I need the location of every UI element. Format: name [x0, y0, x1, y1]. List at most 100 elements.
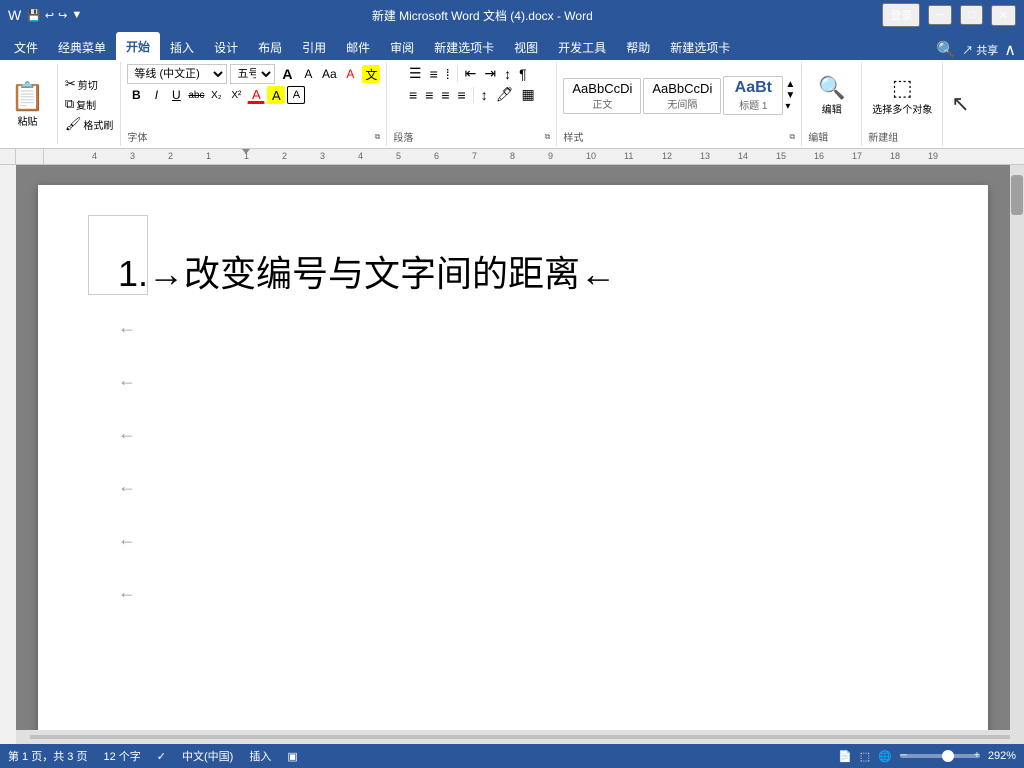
zoom-level[interactable]: 292% [988, 750, 1016, 762]
copy-button[interactable]: ⧉复制 [62, 95, 117, 113]
align-row: ≡ ≡ ≡ ≡ ↕ 🖊 ▦ [406, 85, 538, 104]
cursor-icon-area: ↖ [943, 62, 977, 146]
return-arrow-6: ← [118, 582, 136, 603]
find-replace-btn[interactable]: 🔍 编辑 [814, 73, 849, 118]
macro-icon[interactable]: ▣ [287, 750, 297, 763]
language[interactable]: 中文(中国) [182, 748, 233, 764]
restore-button[interactable]: □ [960, 5, 983, 25]
font-shrink-btn[interactable]: A [299, 65, 317, 83]
horizontal-scrollbar[interactable] [16, 730, 1024, 744]
strikethrough-btn[interactable]: abc [187, 86, 205, 104]
tab-classic[interactable]: 经典菜单 [48, 34, 116, 60]
document-heading[interactable]: 1.→改变编号与文字间的距离← [118, 245, 908, 297]
style-normal[interactable]: AaBbCcDi 正文 [563, 78, 641, 114]
ribbon-tabs: 文件 经典菜单 开始 插入 设计 布局 引用 邮件 审阅 新建选项卡 视图 开发… [0, 30, 1024, 60]
style-heading1[interactable]: AaBt 标题 1 [723, 76, 783, 115]
zoom-slider[interactable]: ─ + [900, 754, 980, 758]
paste-button[interactable]: 📋 粘贴 [4, 78, 51, 130]
return-arrow-4: ← [118, 476, 136, 497]
bold-btn[interactable]: B [127, 86, 145, 104]
redo-quick-btn[interactable]: ↪ [58, 9, 67, 22]
font-name-row: 等线 (中文正) 五号 A A Aa A 文 [127, 64, 380, 84]
change-case-btn[interactable]: Aa [320, 65, 338, 83]
clear-format-btn[interactable]: A [341, 65, 359, 83]
align-right-btn[interactable]: ≡ [438, 86, 452, 104]
border-btn[interactable]: ▦ [519, 85, 538, 104]
tab-references[interactable]: 引用 [292, 34, 336, 60]
line-spacing-btn[interactable]: ↕ [478, 86, 491, 104]
styles-down-btn[interactable]: ▼ [785, 90, 795, 101]
styles-expand-btn[interactable]: ⧉ [790, 132, 796, 142]
view-normal-btn[interactable]: 📄 [838, 750, 852, 763]
search-tell-me[interactable]: 🔍 [936, 40, 956, 60]
tab-view[interactable]: 视图 [504, 34, 548, 60]
style-no-spacing[interactable]: AaBbCcDi 无间隔 [643, 78, 721, 114]
view-web-btn[interactable]: 🌐 [878, 750, 892, 763]
tab-review[interactable]: 审阅 [380, 34, 424, 60]
customize-quick-btn[interactable]: ▼ [71, 9, 82, 22]
select-objects-btn[interactable]: ⬚ 选择多个对象 [868, 73, 936, 118]
tab-home[interactable]: 开始 [116, 32, 160, 60]
ribbon-group-clipboard: 📋 粘贴 ✂剪切 ⧉复制 🖌格式刷 [0, 62, 121, 146]
tab-insert[interactable]: 插入 [160, 34, 204, 60]
tab-new1[interactable]: 新建选项卡 [424, 34, 504, 60]
spell-check-icon[interactable]: ✓ [157, 750, 166, 763]
para-expand-btn[interactable]: ⧉ [545, 132, 551, 142]
font-expand-btn[interactable]: ⧉ [375, 132, 381, 142]
para-line-2: ← [118, 370, 908, 391]
sort-btn[interactable]: ↕ [501, 65, 514, 83]
ribbon-collapse-btn[interactable]: ∧ [1004, 40, 1016, 60]
page-info: 第 1 页，共 3 页 [8, 748, 87, 764]
insert-mode[interactable]: 插入 [249, 748, 271, 764]
numbering-btn[interactable]: ≡ [427, 65, 441, 83]
superscript-btn[interactable]: X² [227, 86, 245, 104]
font-color-btn[interactable]: A [247, 86, 265, 104]
para-line-4: ← [118, 476, 908, 497]
undo-quick-btn[interactable]: ↩ [45, 9, 54, 22]
font-size-select[interactable]: 五号 [230, 64, 275, 84]
char-border-btn[interactable]: A [287, 86, 305, 104]
share-btn[interactable]: ↗ 共享 [962, 42, 998, 58]
tab-layout[interactable]: 布局 [248, 34, 292, 60]
increase-indent-btn[interactable]: ⇥ [481, 64, 499, 83]
minimize-button[interactable]: ─ [928, 5, 952, 25]
tab-developer[interactable]: 开发工具 [548, 34, 616, 60]
highlight-btn[interactable]: A [267, 86, 285, 104]
tab-help[interactable]: 帮助 [616, 34, 660, 60]
document-area[interactable]: 1.→改变编号与文字间的距离← ← ← ← ← ← [16, 165, 1010, 730]
return-arrow-2: ← [118, 370, 136, 391]
multilevel-btn[interactable]: ⁞ [443, 65, 453, 83]
indent-marker-top [242, 149, 250, 154]
font-name-select[interactable]: 等线 (中文正) [127, 64, 227, 84]
char-shading-btn[interactable]: 文 [362, 65, 380, 83]
zoom-minus[interactable]: ─ [900, 750, 907, 761]
justify-btn[interactable]: ≡ [455, 86, 469, 104]
login-button[interactable]: 登录 [882, 3, 920, 27]
view-layout-btn[interactable]: ⬚ [860, 750, 870, 763]
show-marks-btn[interactable]: ¶ [516, 65, 530, 83]
cut-button[interactable]: ✂剪切 [62, 75, 117, 93]
align-center-btn[interactable]: ≡ [422, 86, 436, 104]
close-button[interactable]: ✕ [991, 5, 1016, 26]
tab-mailings[interactable]: 邮件 [336, 34, 380, 60]
para-line-5: ← [118, 529, 908, 550]
tab-design[interactable]: 设计 [204, 34, 248, 60]
styles-up-btn[interactable]: ▲ [785, 79, 795, 90]
decrease-indent-btn[interactable]: ⇤ [462, 64, 480, 83]
tab-file[interactable]: 文件 [4, 34, 48, 60]
subscript-btn[interactable]: X₂ [207, 86, 225, 104]
save-quick-btn[interactable]: 💾 [27, 9, 41, 22]
align-left-btn[interactable]: ≡ [406, 86, 420, 104]
vertical-scrollbar[interactable] [1010, 165, 1024, 730]
font-grow-btn[interactable]: A [278, 65, 296, 83]
shading-btn[interactable]: 🖊 [493, 85, 517, 104]
italic-btn[interactable]: I [147, 86, 165, 104]
bullets-btn[interactable]: ☰ [406, 64, 425, 83]
styles-more-btn[interactable]: ▾ [785, 101, 795, 112]
tab-new2[interactable]: 新建选项卡 [660, 34, 740, 60]
underline-btn[interactable]: U [167, 86, 185, 104]
zoom-plus[interactable]: + [974, 750, 980, 761]
format-painter-button[interactable]: 🖌格式刷 [62, 115, 117, 133]
para-line-3: ← [118, 423, 908, 444]
scrollbar-thumb[interactable] [1011, 175, 1023, 215]
